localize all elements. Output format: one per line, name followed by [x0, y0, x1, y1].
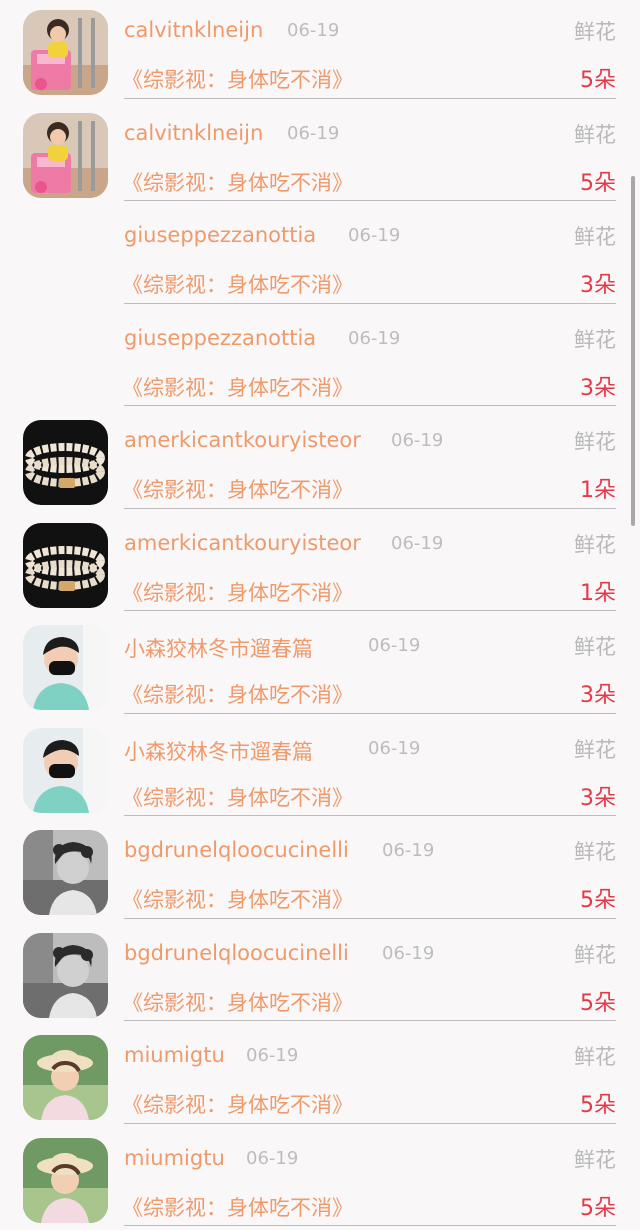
book-title[interactable]: 《综影视：身体吃不消》 [122, 782, 353, 812]
list-item[interactable]: amerkicantkouryisteor 06-19 鲜花 《综影视：身体吃不… [0, 513, 640, 616]
divider [124, 1020, 616, 1021]
avatar[interactable] [23, 932, 108, 1018]
scrollbar[interactable] [631, 176, 635, 526]
book-title[interactable]: 《综影视：身体吃不消》 [122, 269, 353, 299]
gift-type-label: 鲜花 [574, 225, 616, 249]
gift-type-label: 鲜花 [574, 942, 616, 967]
book-title[interactable]: 《综影视：身体吃不消》 [122, 679, 353, 709]
date-label: 06-19 [368, 737, 421, 759]
book-title[interactable]: 《综影视：身体吃不消》 [122, 1192, 353, 1222]
gift-type-label: 鲜花 [574, 327, 616, 352]
username[interactable]: amerkicantkouryisteor [124, 428, 361, 452]
username[interactable]: giuseppezzanottia [124, 223, 316, 247]
avatar[interactable] [23, 727, 108, 813]
date-label: 06-19 [391, 532, 444, 554]
date-label: 06-19 [287, 20, 340, 41]
gift-count: 1朵 [580, 478, 616, 503]
date-label: 06-19 [246, 1045, 299, 1066]
gift-count: 3朵 [580, 683, 616, 708]
gift-count: 3朵 [580, 273, 616, 298]
list-item[interactable]: giuseppezzanottia 06-19 鲜花 《综影视：身体吃不消》 3… [0, 205, 640, 308]
list-item[interactable]: miumigtu 06-19 鲜花 《综影视：身体吃不消》 5朵 [0, 1025, 640, 1128]
gift-count: 5朵 [580, 1093, 616, 1118]
book-title[interactable]: 《综影视：身体吃不消》 [122, 474, 353, 504]
divider [124, 1122, 616, 1124]
list-item[interactable]: 小森狡林冬市遛春篇 06-19 鲜花 《综影视：身体吃不消》 3朵 [0, 615, 640, 718]
gift-count: 5朵 [580, 170, 616, 196]
divider [124, 712, 616, 714]
book-title[interactable]: 《综影视：身体吃不消》 [122, 577, 353, 607]
avatar[interactable] [23, 10, 108, 95]
avatar[interactable] [23, 112, 108, 198]
list-item[interactable]: miumigtu 06-19 鲜花 《综影视：身体吃不消》 5朵 [0, 1128, 640, 1230]
gift-type-label: 鲜花 [574, 737, 616, 762]
date-label: 06-19 [382, 942, 435, 964]
date-label: 06-19 [382, 840, 435, 861]
date-label: 06-19 [391, 430, 444, 451]
gift-type-label: 鲜花 [574, 532, 616, 557]
username[interactable]: 小森狡林冬市遛春篇 [124, 736, 313, 766]
list-item[interactable]: amerkicantkouryisteor 06-19 鲜花 《综影视：身体吃不… [0, 410, 640, 513]
list-item[interactable]: bgdrunelqloocucinelli 06-19 鲜花 《综影视：身体吃不… [0, 923, 640, 1026]
gift-type-label: 鲜花 [574, 1045, 616, 1069]
gift-count: 5朵 [580, 68, 616, 93]
date-label: 06-19 [246, 1147, 299, 1169]
date-label: 06-19 [348, 225, 401, 246]
book-title[interactable]: 《综影视：身体吃不消》 [122, 372, 353, 402]
divider [124, 97, 616, 99]
gift-count: 5朵 [580, 888, 616, 913]
divider [124, 1225, 616, 1226]
username[interactable]: 小森狡林冬市遛春篇 [124, 633, 313, 663]
divider [124, 610, 616, 611]
gift-type-label: 鲜花 [574, 20, 616, 44]
gift-count: 5朵 [580, 990, 616, 1016]
list-item[interactable]: bgdrunelqloocucinelli 06-19 鲜花 《综影视：身体吃不… [0, 820, 640, 923]
list-item[interactable]: giuseppezzanottia 06-19 鲜花 《综影视：身体吃不消》 3… [0, 308, 640, 411]
username[interactable]: miumigtu [124, 1043, 225, 1067]
gift-count: 3朵 [580, 375, 616, 401]
username[interactable]: calvitnklneijn [124, 121, 263, 145]
gift-type-label: 鲜花 [574, 430, 616, 454]
gift-count: 1朵 [580, 580, 616, 606]
gift-record-list: calvitnklneijn 06-19 鲜花 《综影视：身体吃不消》 5朵 c… [0, 0, 640, 1230]
username[interactable]: amerkicantkouryisteor [124, 531, 361, 555]
gift-type-label: 鲜花 [574, 635, 616, 659]
gift-type-label: 鲜花 [574, 1147, 616, 1172]
list-item[interactable]: 小森狡林冬市遛春篇 06-19 鲜花 《综影视：身体吃不消》 3朵 [0, 718, 640, 821]
gift-type-label: 鲜花 [574, 122, 616, 147]
gift-count: 3朵 [580, 785, 616, 811]
avatar[interactable] [23, 522, 108, 608]
date-label: 06-19 [348, 327, 401, 349]
book-title[interactable]: 《综影视：身体吃不消》 [122, 167, 353, 197]
list-item[interactable]: calvitnklneijn 06-19 鲜花 《综影视：身体吃不消》 5朵 [0, 0, 640, 103]
avatar[interactable] [23, 1137, 108, 1223]
book-title[interactable]: 《综影视：身体吃不消》 [122, 884, 353, 914]
divider [124, 200, 616, 201]
gift-count: 5朵 [580, 1195, 616, 1221]
divider [124, 815, 616, 816]
date-label: 06-19 [368, 635, 421, 656]
avatar[interactable] [23, 625, 108, 710]
avatar[interactable] [23, 830, 108, 915]
book-title[interactable]: 《综影视：身体吃不消》 [122, 64, 353, 94]
avatar[interactable] [23, 1035, 108, 1120]
avatar[interactable] [23, 420, 108, 505]
divider [124, 405, 616, 406]
divider [124, 302, 616, 304]
divider [124, 507, 616, 509]
username[interactable]: miumigtu [124, 1146, 225, 1170]
gift-type-label: 鲜花 [574, 840, 616, 864]
date-label: 06-19 [287, 122, 340, 144]
username[interactable]: bgdrunelqloocucinelli [124, 941, 349, 965]
username[interactable]: bgdrunelqloocucinelli [124, 838, 349, 862]
list-item[interactable]: calvitnklneijn 06-19 鲜花 《综影视：身体吃不消》 5朵 [0, 103, 640, 206]
book-title[interactable]: 《综影视：身体吃不消》 [122, 1089, 353, 1119]
username[interactable]: giuseppezzanottia [124, 326, 316, 350]
divider [124, 917, 616, 919]
book-title[interactable]: 《综影视：身体吃不消》 [122, 987, 353, 1017]
username[interactable]: calvitnklneijn [124, 18, 263, 42]
